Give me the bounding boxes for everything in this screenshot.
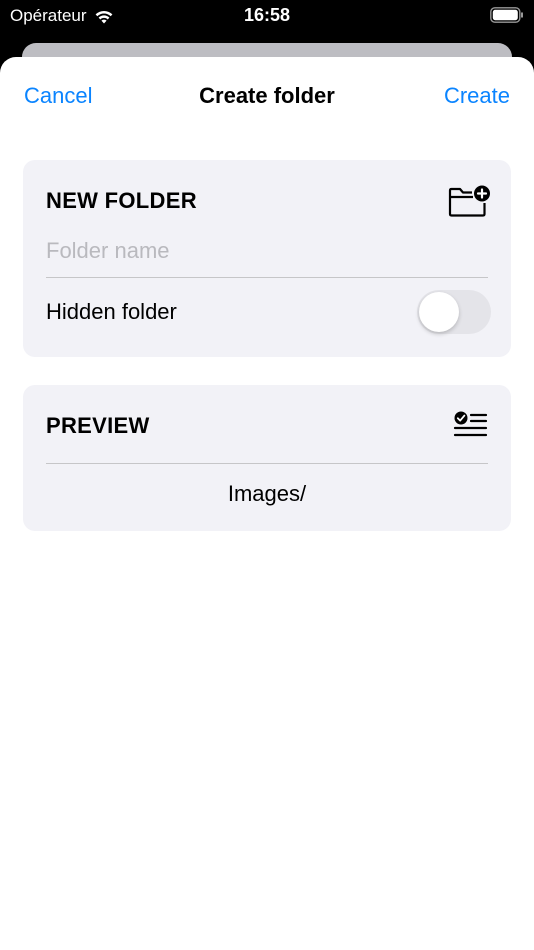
navigation-bar: Cancel Create folder Create: [0, 57, 534, 137]
preview-section: PREVIEW Images/: [23, 385, 511, 531]
new-folder-header: NEW FOLDER: [46, 188, 197, 213]
checklist-icon: [453, 411, 488, 437]
preview-header: PREVIEW: [46, 413, 150, 438]
new-folder-section: NEW FOLDER Hidden folder: [23, 160, 511, 357]
create-button[interactable]: Create: [444, 83, 510, 109]
clock: 16:58: [243, 5, 291, 25]
status-bar: Opérateur 16:58: [0, 0, 534, 32]
screen: Opérateur 16:58 Cancel Create folder Cre…: [0, 0, 534, 950]
battery-icon: [490, 7, 523, 23]
divider: [46, 277, 488, 278]
folder-add-icon: [448, 185, 490, 217]
toggle-knob: [419, 292, 459, 332]
folder-name-input[interactable]: [46, 234, 488, 268]
divider: [46, 463, 488, 464]
preview-path: Images/: [227, 481, 307, 506]
cancel-button[interactable]: Cancel: [24, 83, 92, 109]
hidden-folder-toggle[interactable]: [417, 290, 491, 334]
hidden-folder-label: Hidden folder: [46, 299, 177, 324]
create-folder-sheet: Cancel Create folder Create NEW FOLDER H…: [0, 57, 534, 950]
